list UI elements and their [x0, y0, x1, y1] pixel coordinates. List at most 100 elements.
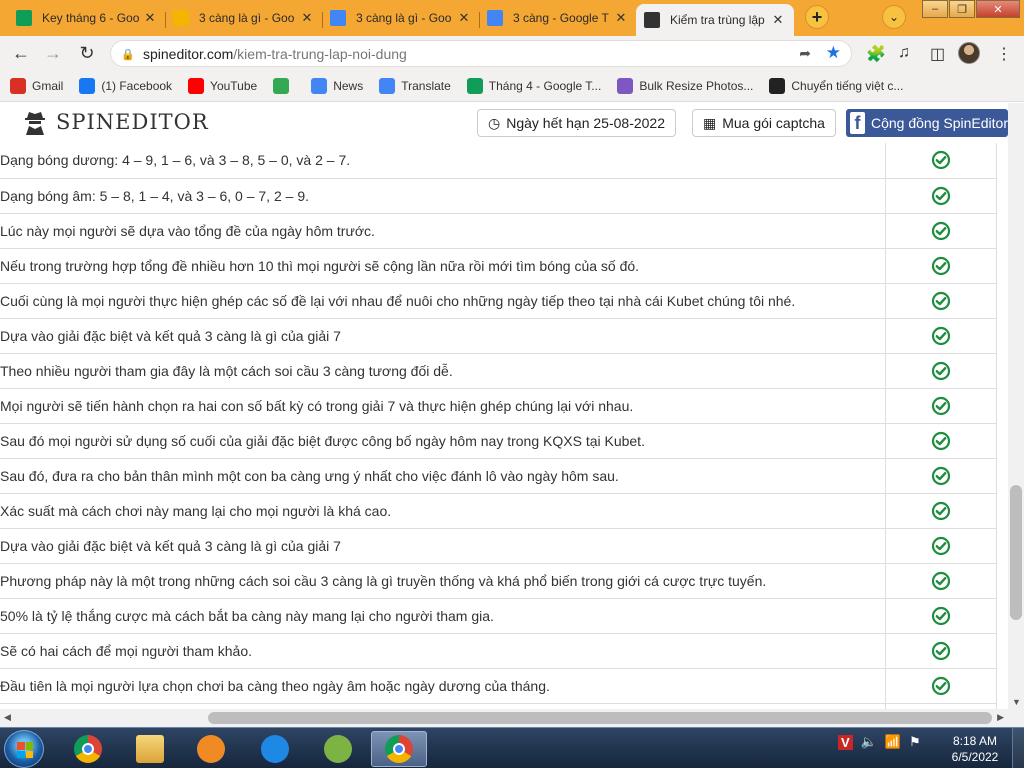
windows-logo-icon [17, 742, 33, 758]
duplicate-check-results: Dạng bóng dương: 4 – 9, 1 – 6, và 3 – 8,… [0, 143, 1008, 709]
volume-icon[interactable]: 🔈 [861, 734, 877, 750]
browser-menu-icon[interactable]: ⋮ [996, 44, 1012, 64]
spineditor-icon [644, 12, 660, 28]
check-circle-icon [932, 536, 951, 555]
side-panel-icon[interactable]: ◫ [930, 44, 945, 64]
status-cell [885, 283, 997, 319]
results-table: Dạng bóng dương: 4 – 9, 1 – 6, và 3 – 8,… [0, 143, 997, 709]
bookmark-item[interactable]: Chuyển tiếng việt c... [769, 77, 903, 94]
sentence-text: Theo nhiều người tham gia đây là một các… [0, 353, 886, 389]
site-logo[interactable]: SPINEDITOR [24, 109, 209, 135]
check-circle-icon [932, 186, 951, 205]
table-row: Dựa vào giải đặc biệt và kết quả 3 càng … [0, 528, 997, 564]
internet-explorer-icon [261, 735, 289, 763]
bookmark-item[interactable]: News [311, 77, 363, 94]
bookmark-item[interactable] [273, 77, 295, 94]
tab-close-icon[interactable]: ✕ [613, 10, 629, 26]
taskbar-clock[interactable]: 8:18 AM 6/5/2022 [940, 733, 1010, 765]
chrome-app[interactable] [60, 731, 116, 767]
google-sheets-icon [16, 10, 32, 26]
scroll-down-icon[interactable]: ▼ [1012, 697, 1021, 707]
profile-avatar[interactable] [958, 42, 980, 64]
check-circle-icon [932, 571, 951, 590]
scroll-left-icon[interactable]: ◀ [4, 712, 11, 723]
vertical-scrollbar[interactable]: ▼ [1008, 103, 1024, 709]
browser-tab[interactable]: 3 càng - Google T ✕ [479, 4, 637, 32]
tab-close-icon[interactable]: ✕ [142, 10, 158, 26]
sentence-text: Phương pháp này là một trong những cách … [0, 563, 886, 599]
share-icon[interactable]: ➦ [799, 45, 811, 62]
bookmark-item[interactable]: YouTube [188, 77, 257, 94]
table-row: Lúc này mọi người sẽ dựa vào tổng đề của… [0, 213, 997, 249]
tab-close-icon[interactable]: ✕ [456, 10, 472, 26]
tab-close-icon[interactable]: ✕ [299, 10, 315, 26]
minimize-button[interactable]: – [922, 0, 948, 18]
check-circle-icon [932, 431, 951, 450]
bookmark-item[interactable]: Gmail [10, 77, 63, 94]
table-row: Theo nhiều người tham gia đây là một các… [0, 353, 997, 389]
status-cell [885, 213, 997, 249]
media-player-app[interactable] [183, 731, 239, 767]
table-row: Nếu trong trường hợp tổng đề nhiều hơn 1… [0, 248, 997, 284]
status-cell [885, 388, 997, 424]
horizontal-scrollbar[interactable]: ◀ ▶ [0, 709, 1024, 727]
status-cell [885, 598, 997, 634]
status-cell [885, 318, 997, 354]
coccoc-app[interactable] [310, 731, 366, 767]
internet-explorer-app[interactable] [247, 731, 303, 767]
status-cell [885, 633, 997, 669]
check-circle-icon [932, 676, 951, 695]
file-explorer-app[interactable] [122, 731, 178, 767]
close-window-button[interactable]: ✕ [976, 0, 1020, 18]
expiry-date-button[interactable]: ◷ Ngày hết hạn 25-08-2022 [477, 109, 677, 137]
tab-close-icon[interactable]: ✕ [770, 12, 786, 28]
vertical-scroll-thumb[interactable] [1010, 485, 1022, 620]
table-row: Sẽ có hai cách để mọi người tham khảo. [0, 633, 997, 669]
bookmark-item[interactable]: Bulk Resize Photos... [617, 77, 753, 94]
check-circle-icon [932, 606, 951, 625]
new-tab-button[interactable]: + [805, 5, 829, 29]
tab-title: 3 càng là gì - Goo [199, 11, 295, 25]
check-circle-icon [932, 221, 951, 240]
tab-title: Key tháng 6 - Goo [42, 11, 140, 25]
globe-icon [769, 77, 786, 94]
facebook-icon: f [850, 112, 865, 134]
horizontal-scroll-thumb[interactable] [208, 712, 992, 724]
community-facebook-button[interactable]: f Cộng đồng SpinEditor [846, 109, 1008, 137]
address-bar[interactable]: 🔒 spineditor.com/kiem-tra-trung-lap-noi-… [110, 40, 852, 67]
forward-button[interactable]: → [40, 40, 66, 66]
bookmark-star-icon[interactable]: ★ [826, 43, 841, 63]
browser-tab[interactable]: Key tháng 6 - Goo ✕ [8, 4, 166, 32]
restore-button[interactable]: ❐ [949, 0, 975, 18]
bookmark-item[interactable]: Translate [379, 77, 451, 94]
scroll-right-icon[interactable]: ▶ [997, 712, 1004, 723]
check-circle-icon [932, 501, 951, 520]
table-row: Dạng bóng âm: 5 – 8, 1 – 4, và 3 – 6, 0 … [0, 178, 997, 214]
start-button[interactable] [4, 730, 44, 768]
network-icon[interactable]: 📶 [885, 734, 901, 750]
sentence-text: Nếu trong trường hợp tổng đề nhiều hơn 1… [0, 248, 886, 284]
show-desktop-button[interactable] [1012, 728, 1024, 768]
back-button[interactable]: ← [8, 40, 34, 66]
status-cell [885, 668, 997, 704]
action-center-icon[interactable]: ⚑ [909, 734, 921, 750]
status-cell [885, 528, 997, 564]
antivirus-tray-icon[interactable]: V [838, 734, 853, 750]
lock-icon[interactable]: 🔒 [121, 48, 135, 61]
browser-tab[interactable]: Kiểm tra trùng lập ✕ [636, 4, 794, 36]
browser-tab[interactable]: 3 càng là gì - Goo ✕ [322, 4, 480, 32]
file-explorer-icon [136, 735, 164, 763]
tab-search-button[interactable]: ⌄ [882, 5, 906, 29]
youtube-icon [188, 77, 205, 94]
bulk-resize-icon [617, 77, 634, 94]
table-row: Cuối cùng là mọi người thực hiện ghép cá… [0, 283, 997, 319]
extensions-icon[interactable]: 🧩 [866, 44, 886, 64]
bookmark-item[interactable]: (1) Facebook [79, 77, 172, 94]
media-control-icon[interactable]: ♫ [898, 44, 910, 62]
buy-captcha-button[interactable]: ▦ Mua gói captcha [692, 109, 836, 137]
reload-button[interactable]: ↻ [74, 40, 100, 66]
browser-tab[interactable]: 3 càng là gì - Goo ✕ [165, 4, 323, 32]
chrome-profile-app[interactable] [371, 731, 427, 767]
sentence-text: Dạng bóng âm: 5 – 8, 1 – 4, và 3 – 6, 0 … [0, 178, 886, 214]
bookmark-item[interactable]: Tháng 4 - Google T... [466, 77, 601, 94]
